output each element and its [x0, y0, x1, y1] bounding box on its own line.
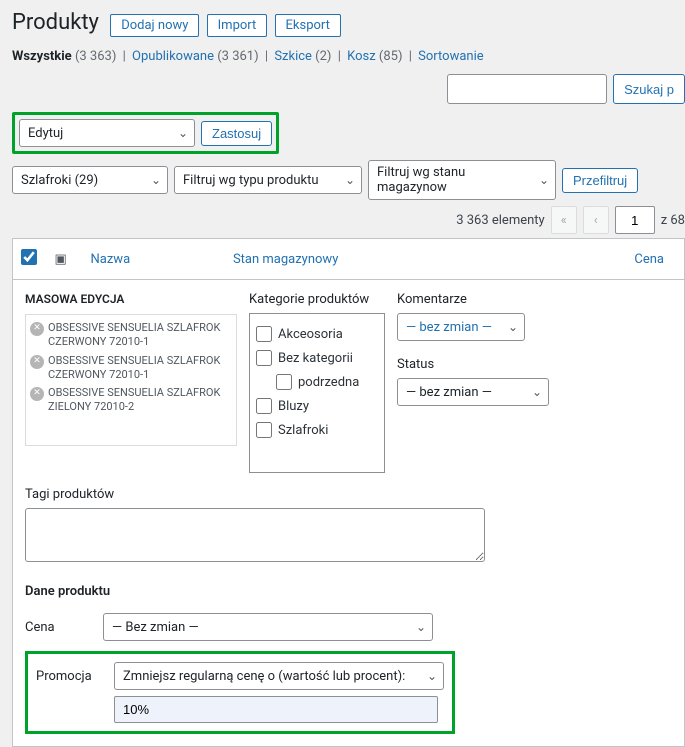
import-button[interactable]: Import	[207, 14, 268, 37]
add-new-button[interactable]: Dodaj nowy	[110, 14, 199, 37]
promo-select[interactable]: Zmniejsz regularną cenę o (wartość lub p…	[114, 662, 444, 690]
comments-label: Komentarze	[397, 292, 672, 307]
category-option[interactable]: Akceosoria	[256, 322, 378, 346]
tags-label: Tagi produktów	[25, 487, 672, 502]
view-sorting[interactable]: Sortowanie	[418, 49, 483, 64]
page-title: Produkty	[12, 10, 99, 35]
remove-icon[interactable]: ✕	[30, 355, 44, 369]
promo-highlight: Promocja Zmniejsz regularną cenę o (wart…	[25, 651, 455, 734]
apply-button[interactable]: Zastosuj	[201, 121, 272, 146]
list-item: ✕OBSESSIVE SENSUELIA SZLAFROK CZERWONY 7…	[30, 319, 232, 352]
list-item: ✕OBSESSIVE SENSUELIA SZLAFROK ZIELONY 72…	[30, 384, 232, 417]
page-current-input[interactable]	[615, 206, 655, 234]
chevron-down-icon: ⌄	[539, 173, 549, 187]
products-table-head: ▣ Nazwa Stan magazynowy Cena	[12, 238, 685, 280]
col-stock[interactable]: Stan magazynowy	[225, 239, 536, 280]
chevron-down-icon: ⌄	[151, 173, 161, 187]
bulk-action-highlight: Edytuj ⌄ Zastosuj	[12, 112, 279, 154]
page-total: z 68	[661, 213, 685, 228]
category-option[interactable]: podrzedna	[256, 370, 378, 394]
category-option[interactable]: Szlafroki	[256, 418, 378, 442]
view-published[interactable]: Opublikowane (3 361)	[132, 49, 259, 64]
remove-icon[interactable]: ✕	[30, 322, 44, 336]
page-first-button[interactable]: «	[551, 206, 577, 234]
view-all[interactable]: Wszystkie (3 363)	[12, 49, 116, 64]
search-input[interactable]	[447, 74, 607, 104]
promo-value-input[interactable]	[114, 696, 438, 723]
view-filters: Wszystkie (3 363) | Opublikowane (3 361)…	[12, 49, 685, 64]
chevron-down-icon: ⌄	[427, 669, 437, 683]
chevron-down-icon: ⌄	[345, 173, 355, 187]
col-name[interactable]: Nazwa	[83, 239, 225, 280]
search-button[interactable]: Szukaj p	[613, 74, 685, 104]
remove-icon[interactable]: ✕	[30, 387, 44, 401]
status-label: Status	[397, 357, 672, 372]
export-button[interactable]: Eksport	[275, 14, 341, 37]
list-item: ✕OBSESSIVE SENSUELIA SZLAFROK CZERWONY 7…	[30, 352, 232, 385]
category-option[interactable]: Bluzy	[256, 394, 378, 418]
bulk-items-list[interactable]: ✕OBSESSIVE SENSUELIA SZLAFROK CZERWONY 7…	[25, 314, 237, 446]
items-count: 3 363 elementy	[456, 213, 545, 228]
filter-category-select[interactable]: Szlafroki (29) ⌄	[12, 166, 168, 194]
image-icon: ▣	[55, 252, 67, 267]
product-data-title: Dane produktu	[25, 584, 672, 599]
page-prev-button[interactable]: ‹	[583, 206, 609, 234]
bulk-edit-title: MASOWA EDYCJA	[25, 292, 237, 306]
filter-button[interactable]: Przefiltruj	[562, 168, 638, 193]
view-drafts[interactable]: Szkice (2)	[274, 49, 331, 64]
comments-select[interactable]: — bez zmian — ⌄	[397, 313, 525, 341]
categories-list[interactable]: Akceosoria Bez kategorii podrzedna Bluzy…	[249, 313, 385, 473]
chevron-down-icon: ⌄	[178, 126, 188, 140]
categories-label: Kategorie produktów	[249, 292, 385, 307]
price-select[interactable]: — Bez zmian — ⌄	[103, 613, 433, 641]
col-price[interactable]: Cena	[536, 239, 685, 280]
price-label: Cena	[25, 620, 89, 635]
bulk-action-select[interactable]: Edytuj ⌄	[19, 119, 195, 147]
chevron-down-icon: ⌄	[508, 320, 518, 334]
promo-label: Promocja	[36, 669, 100, 684]
bulk-edit-panel: MASOWA EDYCJA ✕OBSESSIVE SENSUELIA SZLAF…	[12, 280, 685, 747]
pagination: 3 363 elementy « ‹ z 68	[12, 206, 685, 234]
chevron-down-icon: ⌄	[532, 385, 542, 399]
tags-textarea[interactable]	[25, 508, 485, 562]
chevron-down-icon: ⌄	[416, 620, 426, 634]
category-option[interactable]: Bez kategorii	[256, 346, 378, 370]
select-all-checkbox[interactable]	[21, 249, 37, 265]
filter-type-select[interactable]: Filtruj wg typu produktu ⌄	[174, 166, 362, 194]
filter-stock-select[interactable]: Filtruj wg stanu magazynow ⌄	[368, 160, 556, 200]
view-trash[interactable]: Kosz (85)	[347, 49, 402, 64]
status-select[interactable]: — bez zmian — ⌄	[397, 378, 549, 406]
